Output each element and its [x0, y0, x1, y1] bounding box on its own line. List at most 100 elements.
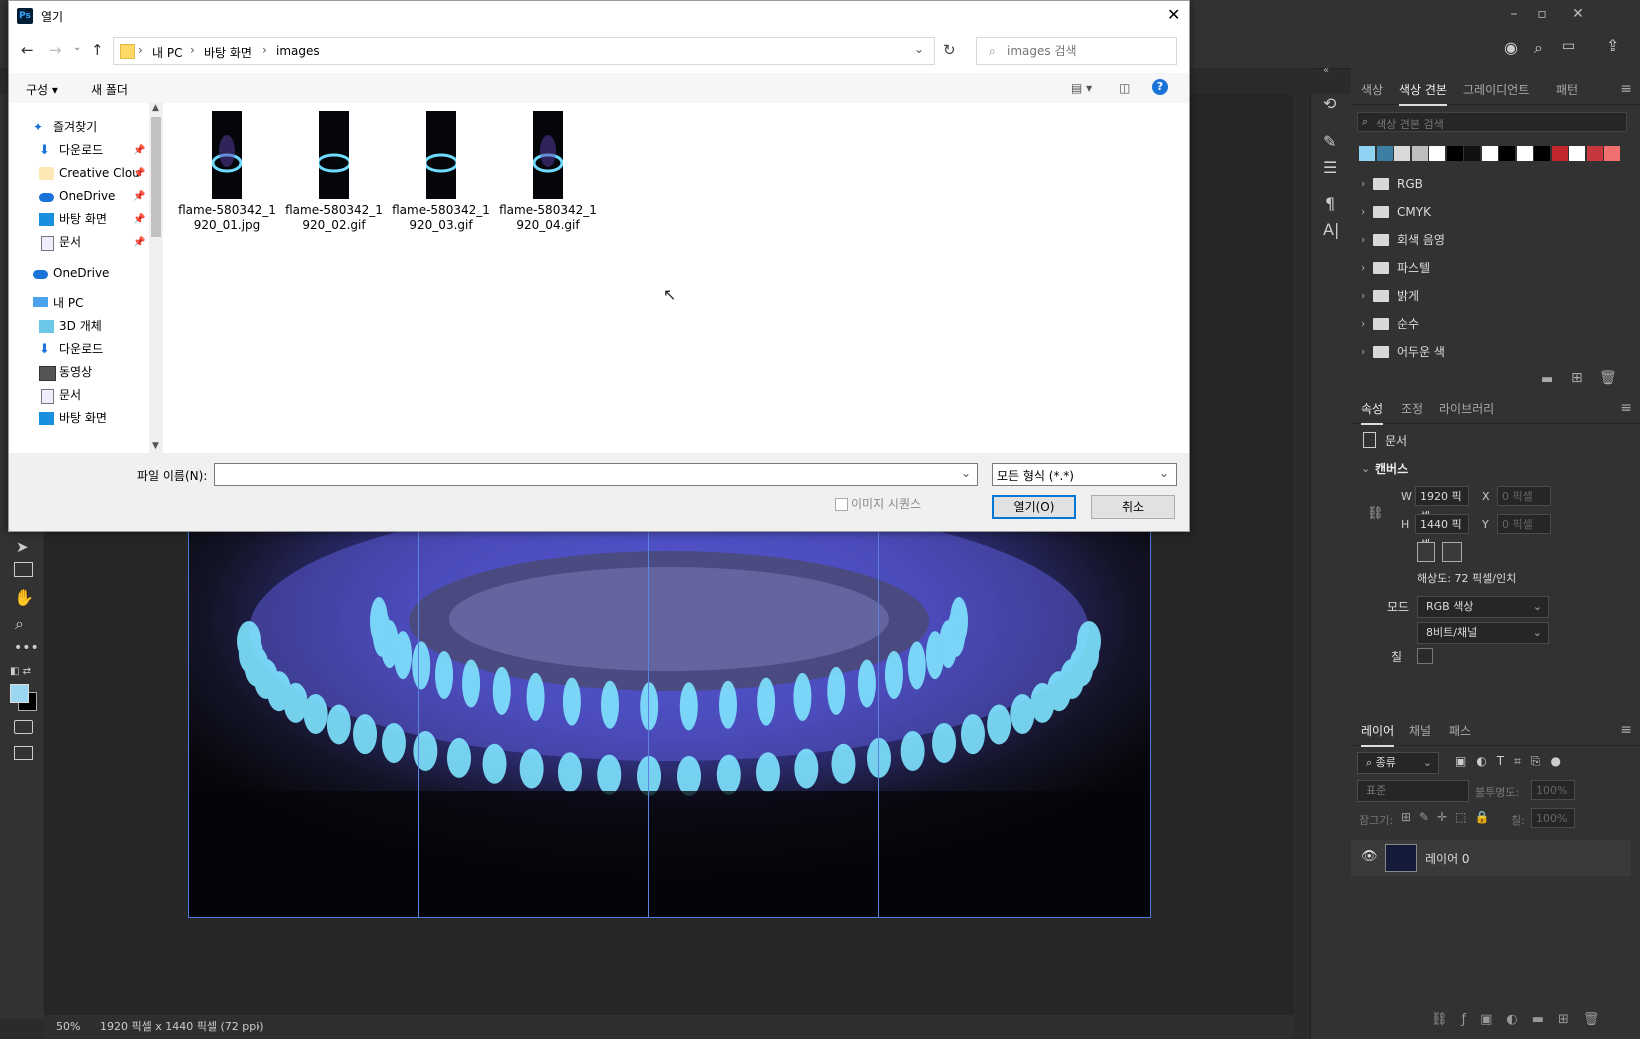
scroll-up-icon[interactable]: ▲	[152, 103, 159, 113]
paragraph-icon[interactable]: ¶	[1325, 194, 1335, 213]
nav-documents[interactable]: 문서	[9, 384, 149, 407]
color-swatch[interactable]	[1604, 146, 1620, 161]
color-swatch[interactable]	[1359, 146, 1375, 161]
address-bar[interactable]: › 내 PC › 바탕 화면 › images ⌄	[113, 37, 935, 65]
more-tools-icon[interactable]: •••	[14, 640, 39, 656]
nav-creative-cloud[interactable]: Creative Clou 📌	[9, 162, 149, 185]
nav-desktop-pinned[interactable]: 바탕 화면 📌	[9, 208, 149, 231]
color-swatch[interactable]	[1516, 146, 1533, 161]
nav-downloads-pc[interactable]: ⬇ 다운로드	[9, 338, 149, 361]
portrait-orientation-icon[interactable]	[1417, 542, 1435, 562]
file-item[interactable]: flame-580342_1 920_03.gif	[389, 111, 493, 233]
refresh-icon[interactable]: ↻	[943, 41, 956, 59]
color-swatch[interactable]	[1551, 146, 1568, 161]
view-options-icon[interactable]: ▤ ▾	[1071, 81, 1092, 95]
back-arrow-icon[interactable]: ←	[21, 41, 34, 59]
minimize-icon[interactable]: –	[1502, 4, 1526, 24]
swatch-search-input[interactable]: ⌕ 색상 견본 검색	[1357, 112, 1627, 132]
color-swatch[interactable]	[1499, 146, 1515, 161]
adjust-icon[interactable]: ☰	[1323, 158, 1337, 177]
folder-pure[interactable]: › 순수	[1351, 310, 1621, 338]
folder-dark[interactable]: › 어두운 색	[1351, 338, 1621, 366]
tab-swatches[interactable]: 색상 견본	[1399, 76, 1447, 106]
new-group-icon[interactable]: ▬	[1541, 372, 1553, 387]
opacity-input[interactable]: 100%	[1531, 780, 1575, 800]
panel-menu-icon[interactable]: ≡	[1620, 722, 1632, 738]
up-arrow-icon[interactable]: ↑	[91, 41, 104, 59]
chevron-down-icon[interactable]: ⌄	[961, 466, 971, 480]
forward-arrow-icon[interactable]: →	[49, 41, 62, 59]
close-icon[interactable]: ✕	[1566, 4, 1590, 24]
nav-quick-access[interactable]: ✦ 즐겨찾기	[9, 116, 149, 139]
folder-light[interactable]: › 밝게	[1351, 282, 1621, 310]
tab-color[interactable]: 색상	[1361, 76, 1383, 104]
layer-filter-select[interactable]: ⌕ 종류 ⌄	[1357, 752, 1439, 774]
breadcrumb-item[interactable]: 내 PC	[152, 44, 182, 61]
y-input[interactable]: 0 픽셀	[1497, 514, 1551, 534]
filename-input[interactable]: ⌄	[214, 463, 978, 486]
brush-settings-icon[interactable]: ✎	[1323, 132, 1336, 151]
x-input[interactable]: 0 픽셀	[1497, 486, 1551, 506]
history-icon[interactable]: ⟲	[1323, 94, 1336, 113]
tab-adjustments[interactable]: 조정	[1401, 395, 1423, 423]
tab-libraries[interactable]: 라이브러리	[1439, 395, 1494, 423]
color-swatch[interactable]	[1446, 146, 1463, 161]
color-swatch[interactable]	[1411, 146, 1428, 161]
preview-pane-icon[interactable]: ◫	[1119, 81, 1130, 95]
learn-icon[interactable]: ◉	[1504, 38, 1518, 57]
color-swatch[interactable]	[1429, 146, 1445, 161]
landscape-orientation-icon[interactable]	[1442, 542, 1462, 562]
file-item[interactable]: flame-580342_1 920_02.gif	[282, 111, 386, 233]
eye-icon[interactable]: 👁	[1361, 849, 1378, 864]
chevron-down-icon[interactable]: ⌄	[914, 42, 924, 56]
image-sequence-checkbox[interactable]	[835, 498, 848, 511]
color-swatch[interactable]	[1534, 146, 1550, 161]
navigation-scrollbar[interactable]: ▲ ▼	[149, 103, 163, 453]
zoom-tool-icon[interactable]: ⌕	[15, 614, 24, 634]
help-icon[interactable]: ?	[1152, 79, 1168, 95]
tab-layers[interactable]: 레이어	[1361, 717, 1395, 747]
tab-channels[interactable]: 채널	[1409, 717, 1431, 745]
bits-select[interactable]: 8비트/채널 ⌄	[1417, 622, 1549, 644]
layer-bottom-icons[interactable]: ⛓ƒ▣◐▬⊞🗑	[1431, 1012, 1613, 1027]
nav-downloads[interactable]: ⬇ 다운로드 📌	[9, 139, 149, 162]
nav-3d-objects[interactable]: 3D 개체	[9, 315, 149, 338]
height-input[interactable]: 1440 픽셀	[1415, 514, 1469, 551]
mode-select[interactable]: RGB 색상 ⌄	[1417, 596, 1549, 618]
cancel-button[interactable]: 취소	[1091, 495, 1175, 519]
fill-color-swatch[interactable]	[1417, 648, 1433, 664]
scroll-down-icon[interactable]: ▼	[152, 441, 159, 451]
collapse-icon[interactable]: «	[1323, 65, 1329, 76]
color-swatch[interactable]	[1586, 146, 1603, 161]
tab-properties[interactable]: 속성	[1361, 395, 1384, 425]
open-button[interactable]: 열기(O)	[992, 495, 1076, 519]
width-input[interactable]: 1920 픽셀	[1415, 486, 1469, 523]
default-colors-icon[interactable]: ◧ ⇄	[10, 666, 31, 677]
share-icon[interactable]: ⇪	[1606, 36, 1619, 55]
breadcrumb-item[interactable]: images	[276, 44, 320, 58]
nav-videos[interactable]: 동영상	[9, 361, 149, 384]
blend-mode-select[interactable]: 표준	[1357, 780, 1469, 802]
scroll-thumb[interactable]	[151, 117, 161, 237]
tab-paths[interactable]: 패스	[1449, 717, 1471, 745]
marquee-tool-icon[interactable]	[14, 562, 33, 577]
recent-locations-icon[interactable]: ⌄	[73, 42, 81, 53]
foreground-color-swatch[interactable]	[10, 684, 29, 703]
tab-patterns[interactable]: 패턴	[1556, 76, 1578, 104]
chevron-down-icon[interactable]: ⌄	[1361, 462, 1370, 475]
folder-cmyk[interactable]: › CMYK	[1351, 198, 1621, 226]
move-tool-icon[interactable]: ➤	[16, 538, 29, 556]
close-icon[interactable]: ✕	[1167, 5, 1180, 24]
zoom-level[interactable]: 50%	[56, 1015, 80, 1039]
character-icon[interactable]: A|	[1323, 220, 1339, 239]
maximize-icon[interactable]: ▫	[1530, 4, 1554, 24]
lock-icons[interactable]: ⊞✎✛⬚🔒	[1401, 810, 1497, 824]
nav-onedrive[interactable]: OneDrive	[9, 262, 149, 285]
status-arrow-icon[interactable]: ›	[256, 1015, 260, 1039]
hand-tool-icon[interactable]: ✋	[14, 588, 34, 607]
layer-row[interactable]: 👁 레이어 0	[1351, 840, 1631, 876]
file-item[interactable]: flame-580342_1 920_04.gif	[496, 111, 600, 233]
panel-menu-icon[interactable]: ≡	[1620, 400, 1632, 416]
folder-rgb[interactable]: › RGB	[1351, 170, 1621, 198]
panel-menu-icon[interactable]: ≡	[1620, 81, 1632, 97]
